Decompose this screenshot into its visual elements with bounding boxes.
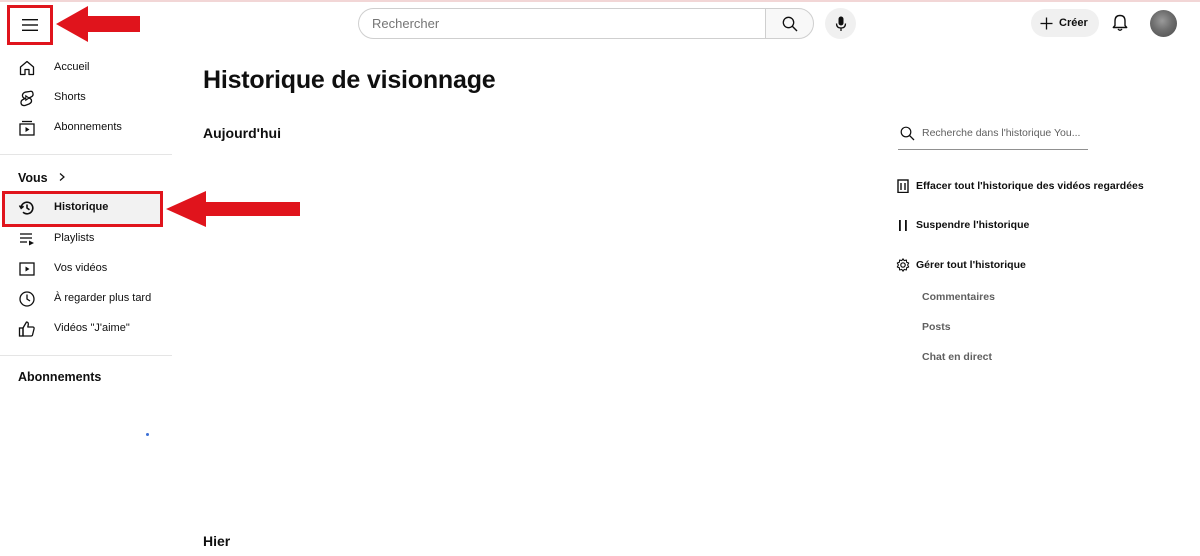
sidebar-item-playlists[interactable]: Playlists bbox=[0, 224, 172, 254]
sidebar-item-home[interactable]: Accueil bbox=[0, 53, 172, 83]
search-icon bbox=[900, 126, 915, 141]
like-icon bbox=[18, 321, 35, 337]
sidebar-item-subscriptions[interactable]: Abonnements bbox=[0, 113, 172, 143]
sidebar-item-label: Vos vidéos bbox=[54, 262, 108, 274]
loading-indicator bbox=[146, 433, 149, 436]
menu-button[interactable] bbox=[7, 5, 53, 45]
hamburger-menu-icon bbox=[22, 19, 38, 31]
pause-icon bbox=[899, 220, 907, 231]
history-search-placeholder: Recherche dans l'historique You... bbox=[922, 127, 1081, 139]
sidebar-divider bbox=[0, 355, 172, 356]
history-search-input[interactable]: Recherche dans l'historique You... bbox=[898, 121, 1088, 150]
watch-later-icon bbox=[19, 291, 35, 307]
sidebar-you-heading[interactable]: Vous bbox=[18, 171, 67, 185]
search-icon bbox=[782, 16, 797, 31]
history-link-live-chat[interactable]: Chat en direct bbox=[922, 351, 992, 363]
gear-icon bbox=[896, 258, 910, 272]
plus-icon bbox=[1040, 17, 1053, 29]
sidebar-item-label: Vidéos "J'aime" bbox=[54, 322, 130, 334]
manage-history-label: Gérer tout l'historique bbox=[916, 259, 1026, 271]
sidebar-item-shorts[interactable]: Shorts bbox=[0, 83, 172, 113]
home-icon bbox=[19, 60, 35, 76]
subscriptions-icon bbox=[19, 120, 35, 136]
sidebar-divider bbox=[0, 154, 172, 155]
search-button[interactable] bbox=[765, 8, 814, 39]
history-link-comments[interactable]: Commentaires bbox=[922, 291, 995, 303]
sidebar-item-history[interactable]: Historique bbox=[0, 193, 172, 223]
history-group-yesterday: Hier bbox=[203, 533, 231, 549]
sidebar-item-label: Historique bbox=[54, 201, 109, 213]
annotation-arrow-menu bbox=[56, 6, 140, 42]
sidebar-item-label: À regarder plus tard bbox=[54, 292, 152, 304]
top-border bbox=[0, 0, 1200, 2]
create-button[interactable]: Créer bbox=[1031, 9, 1099, 37]
sidebar-item-label: Playlists bbox=[54, 232, 95, 244]
create-label: Créer bbox=[1059, 17, 1088, 29]
history-link-posts[interactable]: Posts bbox=[922, 321, 951, 333]
sidebar-item-liked-videos[interactable]: Vidéos "J'aime" bbox=[0, 314, 172, 344]
avatar[interactable] bbox=[1150, 10, 1177, 37]
voice-search-button[interactable] bbox=[825, 8, 856, 39]
sidebar-item-label: Accueil bbox=[54, 61, 90, 73]
pause-history-label: Suspendre l'historique bbox=[916, 219, 1030, 231]
annotation-arrow-history bbox=[166, 191, 300, 227]
sidebar-item-your-videos[interactable]: Vos vidéos bbox=[0, 254, 172, 284]
search-placeholder: Rechercher bbox=[372, 16, 440, 31]
shorts-icon bbox=[20, 90, 34, 107]
sidebar-item-watch-later[interactable]: À regarder plus tard bbox=[0, 284, 172, 314]
clear-history-label: Effacer tout l'historique des vidéos reg… bbox=[916, 180, 1144, 192]
sidebar-item-label: Abonnements bbox=[54, 121, 122, 133]
your-videos-icon bbox=[19, 262, 35, 276]
page-title: Historique de visionnage bbox=[203, 66, 496, 94]
trash-icon bbox=[897, 179, 909, 193]
notification-bell-icon[interactable] bbox=[1110, 13, 1130, 33]
you-title: Vous bbox=[18, 171, 48, 185]
sidebar-item-label: Shorts bbox=[54, 91, 86, 103]
microphone-icon bbox=[835, 16, 846, 31]
chevron-right-icon bbox=[59, 173, 66, 181]
history-icon bbox=[18, 201, 34, 215]
sidebar-subscriptions-heading: Abonnements bbox=[18, 370, 102, 384]
history-group-today: Aujourd'hui bbox=[203, 125, 281, 141]
playlists-icon bbox=[20, 233, 34, 246]
search-input[interactable]: Rechercher bbox=[358, 8, 766, 39]
